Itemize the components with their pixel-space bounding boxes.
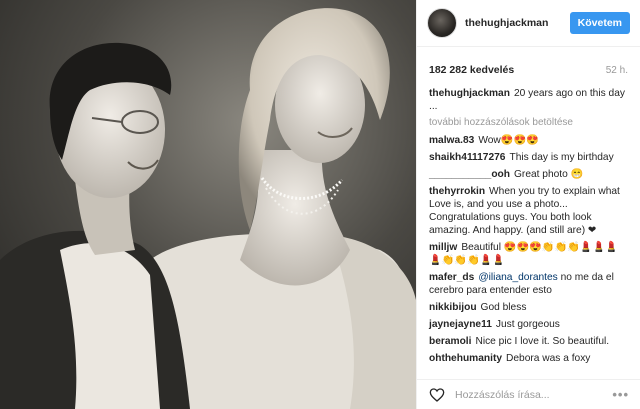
comment-username[interactable]: milljw [429, 242, 457, 253]
comment-text: God bless [480, 302, 527, 313]
post-photo[interactable] [0, 0, 416, 409]
comment-username[interactable]: jaynejayne11 [429, 319, 492, 330]
comment-username[interactable]: shaikh41117276 [429, 152, 505, 163]
comment-text: Beautiful 😍😍😍👏👏👏💄💄💄💄👏👏👏💄💄 [429, 242, 618, 266]
comment: ohthehumanity Debora was a foxy [429, 352, 628, 365]
post-side-panel: thehughjackman Követem 182 282 kedvelés … [416, 0, 640, 409]
comment: shaikh41117276 This day is my birthday [429, 151, 628, 164]
comment: jaynejayne11 Just gorgeous [429, 318, 628, 331]
comment-username[interactable]: ohthehumanity [429, 353, 502, 364]
comment: malwa.83 Wow😍😍😍 [429, 134, 628, 147]
post-meta: 182 282 kedvelés 52 h. [417, 53, 640, 87]
comment-mention[interactable]: @iliana_dorantes [478, 272, 557, 283]
comment-username[interactable]: mafer_ds [429, 272, 474, 283]
comment-text: This day is my birthday [509, 152, 614, 163]
likes-count[interactable]: 182 282 kedvelés [429, 64, 514, 76]
comment-username[interactable]: nikkibijou [429, 302, 477, 313]
comment: ___________ooh Great photo 😁 [429, 168, 628, 181]
following-button[interactable]: Követem [569, 12, 630, 34]
comment-text: Nice pic I love it. So beautiful. [475, 336, 610, 347]
comment: thehyrrokin When you try to explain what … [429, 185, 628, 237]
comments-list: thehughjackman 20 years ago on this day .… [417, 87, 640, 377]
comment: milljw Beautiful 😍😍😍👏👏👏💄💄💄💄👏👏👏💄💄 [429, 241, 628, 267]
comment-username[interactable]: malwa.83 [429, 135, 474, 146]
comment-username[interactable]: beramoli [429, 336, 471, 347]
post-header: thehughjackman Követem [417, 0, 640, 47]
comment-text: Just gorgeous [495, 319, 560, 330]
comment-text: Wow😍😍😍 [478, 135, 539, 146]
comment-text: Debora was a foxy [506, 353, 591, 364]
post-author-username[interactable]: thehughjackman [465, 17, 570, 29]
more-options-icon[interactable]: ••• [612, 387, 629, 402]
comment-text: Great photo 😁 [514, 169, 584, 180]
load-more-comments-link[interactable]: további hozzászólások betöltése [429, 117, 628, 128]
caption-username[interactable]: thehughjackman [429, 88, 510, 99]
caption: thehughjackman 20 years ago on this day .… [429, 87, 628, 113]
comment: beramoli Nice pic I love it. So beautiful… [429, 335, 628, 348]
comment-username[interactable]: thehyrrokin [429, 186, 485, 197]
heart-icon[interactable] [429, 387, 445, 403]
avatar[interactable] [427, 8, 457, 38]
comment: nikkibijou God bless [429, 301, 628, 314]
post-timestamp[interactable]: 52 h. [606, 65, 628, 76]
comment-username[interactable]: ___________ooh [429, 169, 510, 180]
comment-composer: Hozzászólás írása... ••• [417, 379, 640, 409]
comment-input[interactable]: Hozzászólás írása... [455, 389, 612, 401]
comment: mafer_ds @iliana_dorantes no me da el cer… [429, 271, 628, 297]
wedding-photo-illustration [0, 0, 416, 409]
instagram-post-modal: thehughjackman Követem 182 282 kedvelés … [0, 0, 640, 409]
